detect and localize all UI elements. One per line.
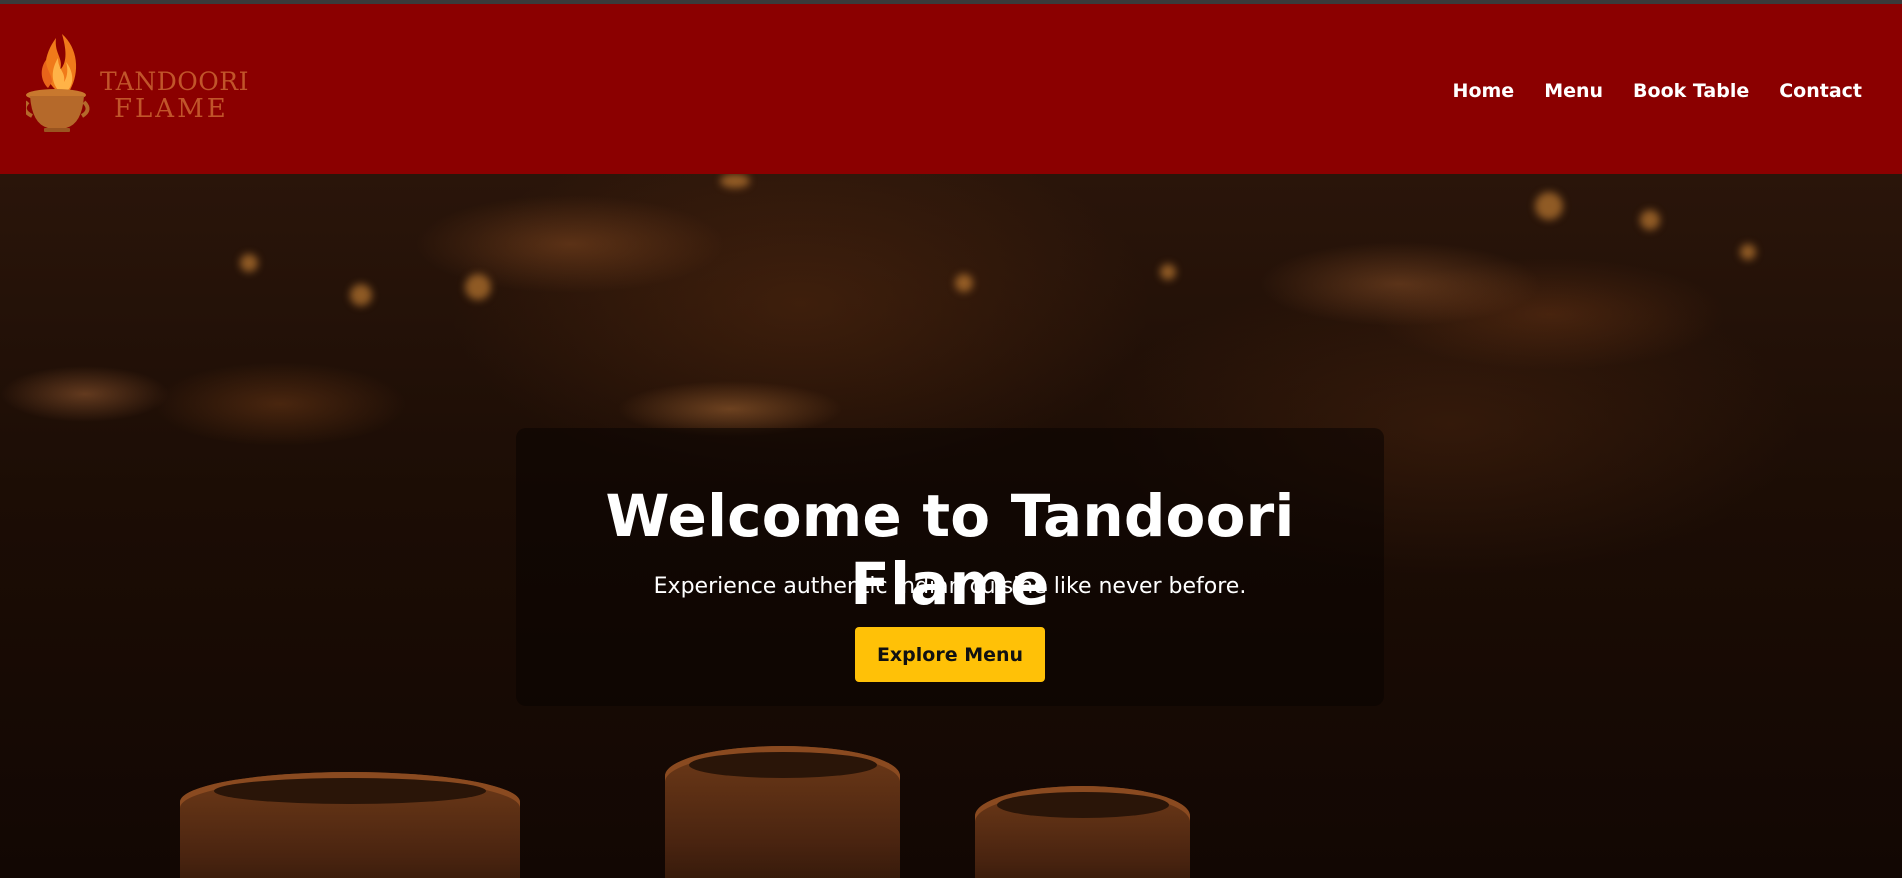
flame-pot-icon <box>26 34 90 132</box>
site-logo[interactable]: TANDOORI FLAME <box>26 18 248 143</box>
nav-book-table-link[interactable]: Book Table <box>1633 80 1749 102</box>
logo-text-line2: FLAME <box>114 94 229 124</box>
hero-section: Welcome to Tandoori Flame Experience aut… <box>0 174 1902 878</box>
explore-menu-button[interactable]: Explore Menu <box>855 627 1045 682</box>
hero-card: Welcome to Tandoori Flame Experience aut… <box>516 428 1384 706</box>
nav-contact-link[interactable]: Contact <box>1779 80 1862 102</box>
nav-home-link[interactable]: Home <box>1453 80 1515 102</box>
logo-wordmark: TANDOORI FLAME <box>100 69 249 122</box>
main-nav: Home Menu Book Table Contact <box>1453 80 1862 102</box>
hero-subtitle: Experience authentic Indian cuisine like… <box>653 574 1247 599</box>
logo-text-line1: TANDOORI <box>100 67 249 96</box>
nav-menu-link[interactable]: Menu <box>1544 80 1603 102</box>
site-header: TANDOORI FLAME Home Menu Book Table Cont… <box>0 4 1902 174</box>
